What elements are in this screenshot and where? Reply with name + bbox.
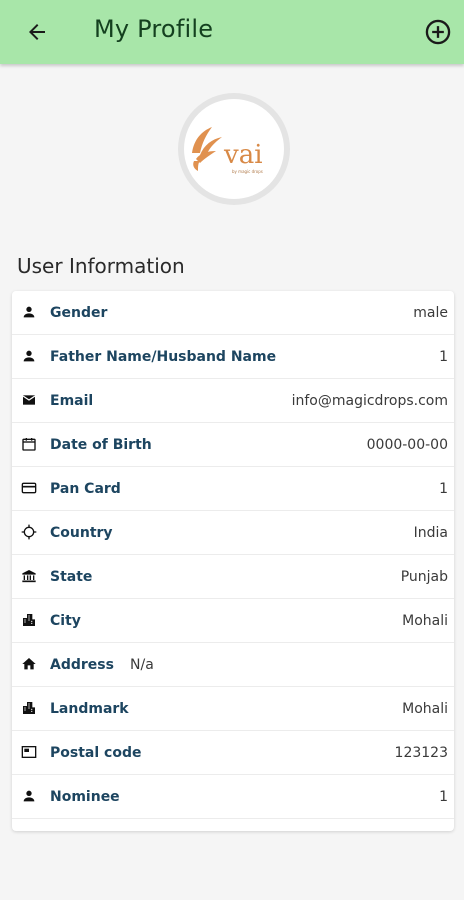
card-icon bbox=[20, 479, 38, 497]
info-label: Father Name/Husband Name bbox=[50, 348, 277, 365]
email-icon bbox=[20, 391, 38, 409]
info-value: 0000-00-00 bbox=[366, 436, 448, 453]
calendar-icon bbox=[20, 435, 38, 453]
info-label: State bbox=[50, 568, 93, 585]
info-label: Nominee bbox=[50, 788, 120, 805]
info-value: Mohali bbox=[402, 612, 448, 629]
info-row-address: Address N/a bbox=[12, 643, 454, 687]
section-title: User Information bbox=[17, 254, 185, 278]
info-value: 1 bbox=[439, 348, 448, 365]
logo-text: vai bbox=[223, 140, 263, 170]
info-value: India bbox=[413, 524, 448, 541]
info-row-gender: Gender male bbox=[12, 291, 454, 335]
info-label: Date of Birth bbox=[50, 436, 152, 453]
person-icon bbox=[20, 347, 38, 365]
info-row-date-of-birth: Date of Birth 0000-00-00 bbox=[12, 423, 454, 467]
info-label: City bbox=[50, 612, 81, 629]
info-value: info@magicdrops.com bbox=[291, 392, 448, 409]
info-row-postal-code: Postal code 123123 bbox=[12, 731, 454, 775]
info-value: 1 bbox=[439, 480, 448, 497]
city-icon bbox=[20, 611, 38, 629]
info-row-father-name-husband-name: Father Name/Husband Name 1 bbox=[12, 335, 454, 379]
home-icon bbox=[20, 655, 38, 673]
person-icon bbox=[20, 303, 38, 321]
info-value: 1 bbox=[439, 788, 448, 805]
page-title: My Profile bbox=[94, 15, 214, 43]
info-row-landmark: Landmark Mohali bbox=[12, 687, 454, 731]
info-row-city: City Mohali bbox=[12, 599, 454, 643]
bank-icon bbox=[20, 567, 38, 585]
info-label: Address bbox=[50, 656, 114, 673]
info-value: male bbox=[413, 304, 448, 321]
info-value: N/a bbox=[130, 656, 154, 673]
info-label: Landmark bbox=[50, 700, 129, 717]
location-target-icon bbox=[20, 523, 38, 541]
info-label: Gender bbox=[50, 304, 108, 321]
info-label: Country bbox=[50, 524, 113, 541]
city-icon bbox=[20, 699, 38, 717]
info-label: Email bbox=[50, 392, 94, 409]
postal-icon bbox=[20, 743, 38, 761]
info-label: Pan Card bbox=[50, 480, 121, 497]
brand-logo: vai by magic drops bbox=[184, 99, 284, 199]
app-bar: My Profile bbox=[0, 0, 464, 64]
info-row-pan-card: Pan Card 1 bbox=[12, 467, 454, 511]
profile-avatar: vai by magic drops bbox=[178, 93, 290, 205]
info-label: Postal code bbox=[50, 744, 142, 761]
user-info-card: Gender male Father Name/Husband Name 1 Email… bbox=[12, 291, 454, 831]
arrow-back-icon[interactable] bbox=[22, 17, 52, 47]
info-value: 123123 bbox=[394, 744, 448, 761]
info-row-nominee: Nominee 1 bbox=[12, 775, 454, 819]
info-row-country: Country India bbox=[12, 511, 454, 555]
info-row-state: State Punjab bbox=[12, 555, 454, 599]
logo-tagline: by magic drops bbox=[232, 169, 263, 174]
add-circle-icon[interactable] bbox=[422, 16, 454, 48]
info-value: Punjab bbox=[400, 568, 448, 585]
info-row-email: Email info@magicdrops.com bbox=[12, 379, 454, 423]
info-value: Mohali bbox=[402, 700, 448, 717]
person-icon bbox=[20, 787, 38, 805]
